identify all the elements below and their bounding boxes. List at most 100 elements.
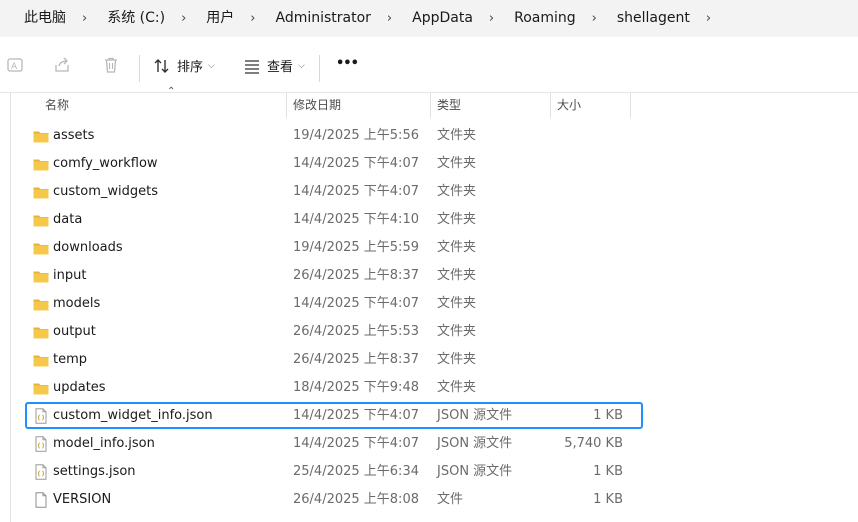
file-row[interactable]: models 14/4/2025 下午4:07 文件夹	[0, 290, 858, 318]
rename-icon: A	[6, 56, 24, 74]
file-row[interactable]: assets 19/4/2025 上午5:56 文件夹	[0, 122, 858, 150]
folder-icon	[33, 184, 49, 200]
more-options-button[interactable]: •••	[336, 56, 359, 71]
column-divider[interactable]	[550, 92, 551, 118]
file-row[interactable]: downloads 19/4/2025 上午5:59 文件夹	[0, 234, 858, 262]
share-icon	[53, 56, 71, 74]
view-button[interactable]: 查看 ⌵	[243, 56, 305, 75]
file-name: custom_widget_info.json	[53, 408, 213, 423]
folder-icon	[33, 380, 49, 396]
json-file-icon	[33, 464, 49, 480]
file-date: 14/4/2025 下午4:07	[293, 408, 419, 423]
file-row[interactable]: settings.json 25/4/2025 上午6:34 JSON 源文件 1 K…	[0, 458, 858, 486]
file-type: 文件夹	[437, 240, 477, 255]
file-date: 19/4/2025 上午5:56	[293, 128, 419, 143]
chevron-right-icon[interactable]: ›	[169, 0, 202, 37]
toolbar: A 排序 ⌵ 查看 ⌵ •••	[0, 44, 858, 93]
folder-icon	[33, 212, 49, 228]
file-row[interactable]: custom_widget_info.json 14/4/2025 下午4:07 J…	[0, 402, 858, 430]
file-type: JSON 源文件	[437, 464, 513, 479]
file-name: temp	[53, 352, 88, 367]
file-row[interactable]: VERSION 26/4/2025 上午8:08 文件 1 KB	[0, 486, 858, 514]
json-file-icon	[33, 436, 49, 452]
trash-icon	[102, 56, 120, 74]
breadcrumb: 此电脑 › 系统 (C:) › 用户 › Administrator › AppData › Roa…	[0, 0, 858, 37]
file-type: 文件夹	[437, 128, 477, 143]
file-type: 文件夹	[437, 184, 477, 199]
toolbar-divider	[139, 55, 140, 82]
file-name: VERSION	[53, 492, 112, 507]
chevron-right-icon[interactable]: ›	[580, 0, 613, 37]
file-name: model_info.json	[53, 436, 155, 451]
file-type: 文件夹	[437, 156, 477, 171]
column-divider[interactable]	[286, 92, 287, 118]
sort-icon	[153, 57, 171, 75]
folder-icon	[33, 352, 49, 368]
file-name: comfy_workflow	[53, 156, 158, 171]
breadcrumb-item[interactable]: Roaming	[510, 0, 580, 37]
file-date: 26/4/2025 上午5:53	[293, 324, 419, 339]
file-type: 文件夹	[437, 212, 477, 227]
breadcrumb-item[interactable]: 此电脑	[20, 0, 70, 37]
file-size: 5,740 KB	[564, 436, 623, 451]
column-header-date[interactable]: 修改日期	[293, 92, 341, 118]
folder-icon	[33, 240, 49, 256]
chevron-right-icon[interactable]: ›	[238, 0, 271, 37]
folder-icon	[33, 156, 49, 172]
column-divider[interactable]	[430, 92, 431, 118]
file-date: 26/4/2025 上午8:37	[293, 352, 419, 367]
file-row[interactable]: custom_widgets 14/4/2025 下午4:07 文件夹	[0, 178, 858, 206]
file-date: 19/4/2025 上午5:59	[293, 240, 419, 255]
file-date: 14/4/2025 下午4:07	[293, 296, 419, 311]
list-view-icon	[243, 57, 261, 75]
chevron-right-icon[interactable]: ›	[477, 0, 510, 37]
file-name: settings.json	[53, 464, 136, 479]
file-type: JSON 源文件	[437, 436, 513, 451]
column-header-name[interactable]: 名称	[45, 92, 69, 118]
view-label: 查看	[267, 60, 294, 75]
more-icon: •••	[336, 56, 359, 71]
file-row[interactable]: model_info.json 14/4/2025 下午4:07 JSON 源文件 5…	[0, 430, 858, 458]
svg-text:A: A	[11, 62, 18, 72]
file-row[interactable]: output 26/4/2025 上午5:53 文件夹	[0, 318, 858, 346]
file-type: 文件夹	[437, 352, 477, 367]
delete-button[interactable]	[102, 56, 120, 74]
file-type: 文件	[437, 492, 464, 507]
file-date: 26/4/2025 上午8:37	[293, 268, 419, 283]
breadcrumb-item[interactable]: Administrator	[271, 0, 374, 37]
file-size: 1 KB	[593, 464, 623, 479]
breadcrumb-item[interactable]: 系统 (C:)	[103, 0, 169, 37]
chevron-right-icon[interactable]: ›	[70, 0, 103, 37]
file-row[interactable]: comfy_workflow 14/4/2025 下午4:07 文件夹	[0, 150, 858, 178]
breadcrumb-item[interactable]: shellagent	[613, 0, 694, 37]
json-file-icon	[33, 408, 49, 424]
file-name: custom_widgets	[53, 184, 158, 199]
column-header-size[interactable]: 大小	[557, 92, 581, 118]
file-row[interactable]: data 14/4/2025 下午4:10 文件夹	[0, 206, 858, 234]
file-type: 文件夹	[437, 296, 477, 311]
file-name: assets	[53, 128, 95, 143]
file-row[interactable]: input 26/4/2025 上午8:37 文件夹	[0, 262, 858, 290]
file-row[interactable]: updates 18/4/2025 下午9:48 文件夹	[0, 374, 858, 402]
file-name: data	[53, 212, 83, 227]
file-name: updates	[53, 380, 106, 395]
chevron-right-icon[interactable]: ›	[694, 0, 727, 37]
column-divider[interactable]	[630, 92, 631, 118]
sort-label: 排序	[177, 60, 204, 75]
breadcrumb-item[interactable]: AppData	[408, 0, 477, 37]
sort-ascending-icon: ⌃	[167, 86, 176, 97]
file-type: 文件夹	[437, 268, 477, 283]
chevron-down-icon: ⌵	[298, 60, 305, 71]
file-size: 1 KB	[593, 492, 623, 507]
breadcrumb-item[interactable]: 用户	[202, 0, 238, 37]
column-header-type[interactable]: 类型	[437, 92, 461, 118]
file-date: 25/4/2025 上午6:34	[293, 464, 419, 479]
rename-button[interactable]: A	[6, 56, 24, 74]
folder-icon	[33, 324, 49, 340]
share-button[interactable]	[53, 56, 71, 74]
toolbar-divider	[319, 55, 320, 82]
sort-button[interactable]: 排序 ⌵	[153, 56, 215, 75]
chevron-right-icon[interactable]: ›	[375, 0, 408, 37]
file-row[interactable]: temp 26/4/2025 上午8:37 文件夹	[0, 346, 858, 374]
column-header-row: ⌃ 名称 修改日期 类型 大小	[11, 86, 858, 118]
